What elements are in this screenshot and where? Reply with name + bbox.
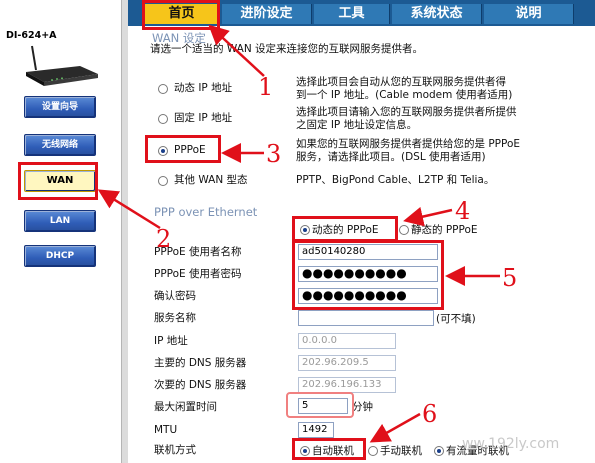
ip-address-label: IP 地址 — [154, 335, 188, 347]
other-wan-radio[interactable] — [158, 176, 168, 186]
annotation-number-5: 5 — [502, 264, 518, 292]
sidebar-lan-button[interactable]: LAN — [24, 210, 96, 232]
sidebar-wireless-button[interactable]: 无线网络 — [24, 134, 96, 156]
tab-help[interactable]: 说明 — [484, 4, 574, 24]
mtu-input[interactable]: 1492 — [298, 422, 334, 438]
device-model-label: DI-624+A — [6, 30, 57, 41]
on-demand-connect-radio[interactable] — [434, 446, 444, 456]
static-ip-desc-line2: 之固定 IP 地址设定信息。 — [296, 119, 418, 131]
annotation-box-dynamic-pppoe — [292, 216, 398, 242]
mtu-label: MTU — [154, 424, 178, 436]
dynamic-ip-desc-line1: 选择此项目会自动从您的互联网服务提供者得 — [296, 76, 506, 88]
static-ip-desc-line1: 选择此项目请输入您的互联网服务提供者所提供 — [296, 106, 517, 118]
service-name-label: 服务名称 — [154, 312, 196, 324]
annotation-box-wan-button — [18, 162, 98, 200]
secondary-dns-input[interactable]: 202.96.196.133 — [298, 377, 396, 393]
manual-connect-label: 手动联机 — [380, 445, 422, 457]
annotation-box-pppoe-option — [145, 135, 221, 163]
idle-time-unit: 分钟 — [352, 401, 373, 413]
service-name-input[interactable] — [298, 310, 434, 326]
dynamic-ip-desc-line2: 到一个 IP 地址。(Cable modem 使用者适用) — [296, 89, 513, 101]
tab-advanced[interactable]: 进阶设定 — [222, 4, 312, 24]
connect-mode-label: 联机方式 — [154, 444, 196, 456]
wan-settings-subtitle: 请选一个适当的 WAN 设定来连接您的互联网服务提供者。 — [150, 43, 424, 55]
static-pppoe-label: 静态的 PPPoE — [411, 224, 478, 236]
tab-status[interactable]: 系统状态 — [392, 4, 482, 24]
primary-dns-input[interactable]: 202.96.209.5 — [298, 355, 396, 371]
manual-connect-radio[interactable] — [368, 446, 378, 456]
static-ip-radio[interactable] — [158, 114, 168, 124]
dynamic-ip-radio[interactable] — [158, 84, 168, 94]
secondary-dns-label: 次要的 DNS 服务器 — [154, 379, 247, 391]
static-pppoe-radio[interactable] — [399, 225, 409, 235]
sidebar: DI-624+A 设置向导 无线网络 WAN LAN DHCP — [0, 0, 128, 463]
static-ip-label: 固定 IP 地址 — [174, 112, 233, 124]
pppoe-password-label: PPPoE 使用者密码 — [154, 268, 242, 280]
other-wan-desc: PPTP、BigPond Cable、L2TP 和 Telia。 — [296, 174, 495, 186]
max-idle-time-label: 最大闲置时间 — [154, 401, 217, 413]
pppoe-section-title: PPP over Ethernet — [154, 205, 258, 219]
annotation-box-idle-time — [286, 392, 354, 418]
other-wan-label: 其他 WAN 型态 — [174, 174, 248, 186]
annotation-number-2: 2 — [156, 225, 172, 253]
ip-address-input[interactable]: 0.0.0.0 — [298, 333, 396, 349]
confirm-password-label: 确认密码 — [154, 290, 196, 302]
sidebar-setup-wizard-button[interactable]: 设置向导 — [24, 96, 96, 118]
annotation-box-credentials — [292, 240, 444, 310]
primary-dns-label: 主要的 DNS 服务器 — [154, 357, 247, 369]
annotation-box-home-tab — [142, 0, 220, 30]
pppoe-desc-line1: 如果您的互联网服务提供者提供给您的是 PPPoE — [296, 138, 521, 150]
annotation-number-6: 6 — [422, 400, 438, 428]
pppoe-desc-line2: 服务，请选择此项目。(DSL 使用者适用) — [296, 151, 486, 163]
frame-divider — [121, 0, 128, 463]
annotation-box-auto-connect — [292, 438, 366, 460]
annotation-number-4: 4 — [455, 197, 471, 225]
watermark-text: ww.192ly.com — [462, 436, 560, 452]
annotation-number-3: 3 — [266, 140, 282, 168]
annotation-number-1: 1 — [258, 73, 274, 101]
service-name-optional-note: (可不填) — [436, 313, 476, 325]
dynamic-ip-label: 动态 IP 地址 — [174, 82, 233, 94]
router-image — [26, 45, 98, 86]
sidebar-dhcp-button[interactable]: DHCP — [24, 245, 96, 267]
tab-tools[interactable]: 工具 — [314, 4, 390, 24]
